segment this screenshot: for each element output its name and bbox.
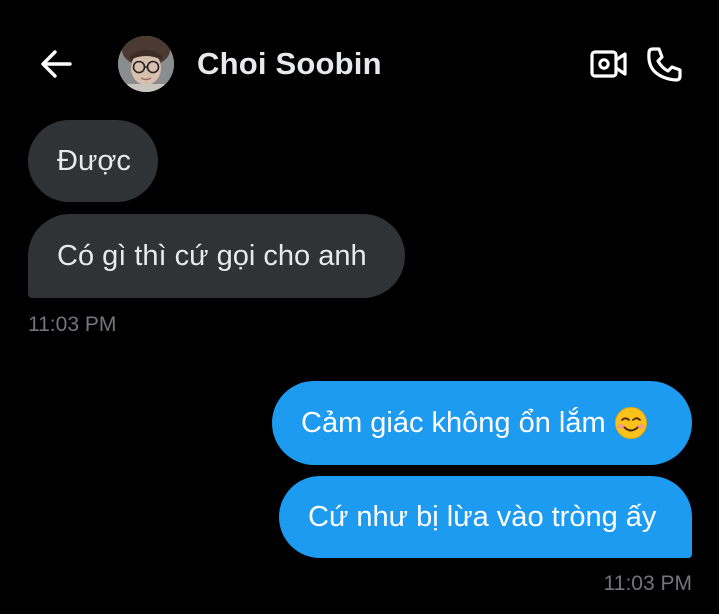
phone-icon [647,47,682,82]
arrow-left-icon [41,50,72,78]
avatar[interactable] [118,36,174,92]
message-bubble-outgoing[interactable]: Cứ như bị lừa vào tròng ấy [279,476,692,558]
message-text: Cảm giác không ổn lắm [301,407,606,439]
message-text: Cứ như bị lừa vào tròng ấy [308,501,657,533]
contact-name[interactable]: Choi Soobin [197,46,382,82]
message-timestamp: 11:03 PM [28,313,117,336]
message-bubble-outgoing[interactable]: Cảm giác không ổn lắm [272,381,692,465]
message-bubble-incoming[interactable]: Được [28,120,158,202]
video-call-button[interactable] [588,46,628,82]
back-button[interactable] [36,44,76,84]
conversation-header: Choi Soobin [0,0,719,110]
message-text: Được [57,145,131,177]
avatar-photo [118,36,174,92]
smiling-face-icon [614,407,647,439]
voice-call-button[interactable] [644,44,684,84]
message-timestamp: 11:03 PM [603,572,692,595]
video-camera-icon [590,50,627,78]
message-bubble-incoming[interactable]: Có gì thì cứ gọi cho anh [28,214,405,298]
message-text: Có gì thì cứ gọi cho anh [57,240,367,272]
